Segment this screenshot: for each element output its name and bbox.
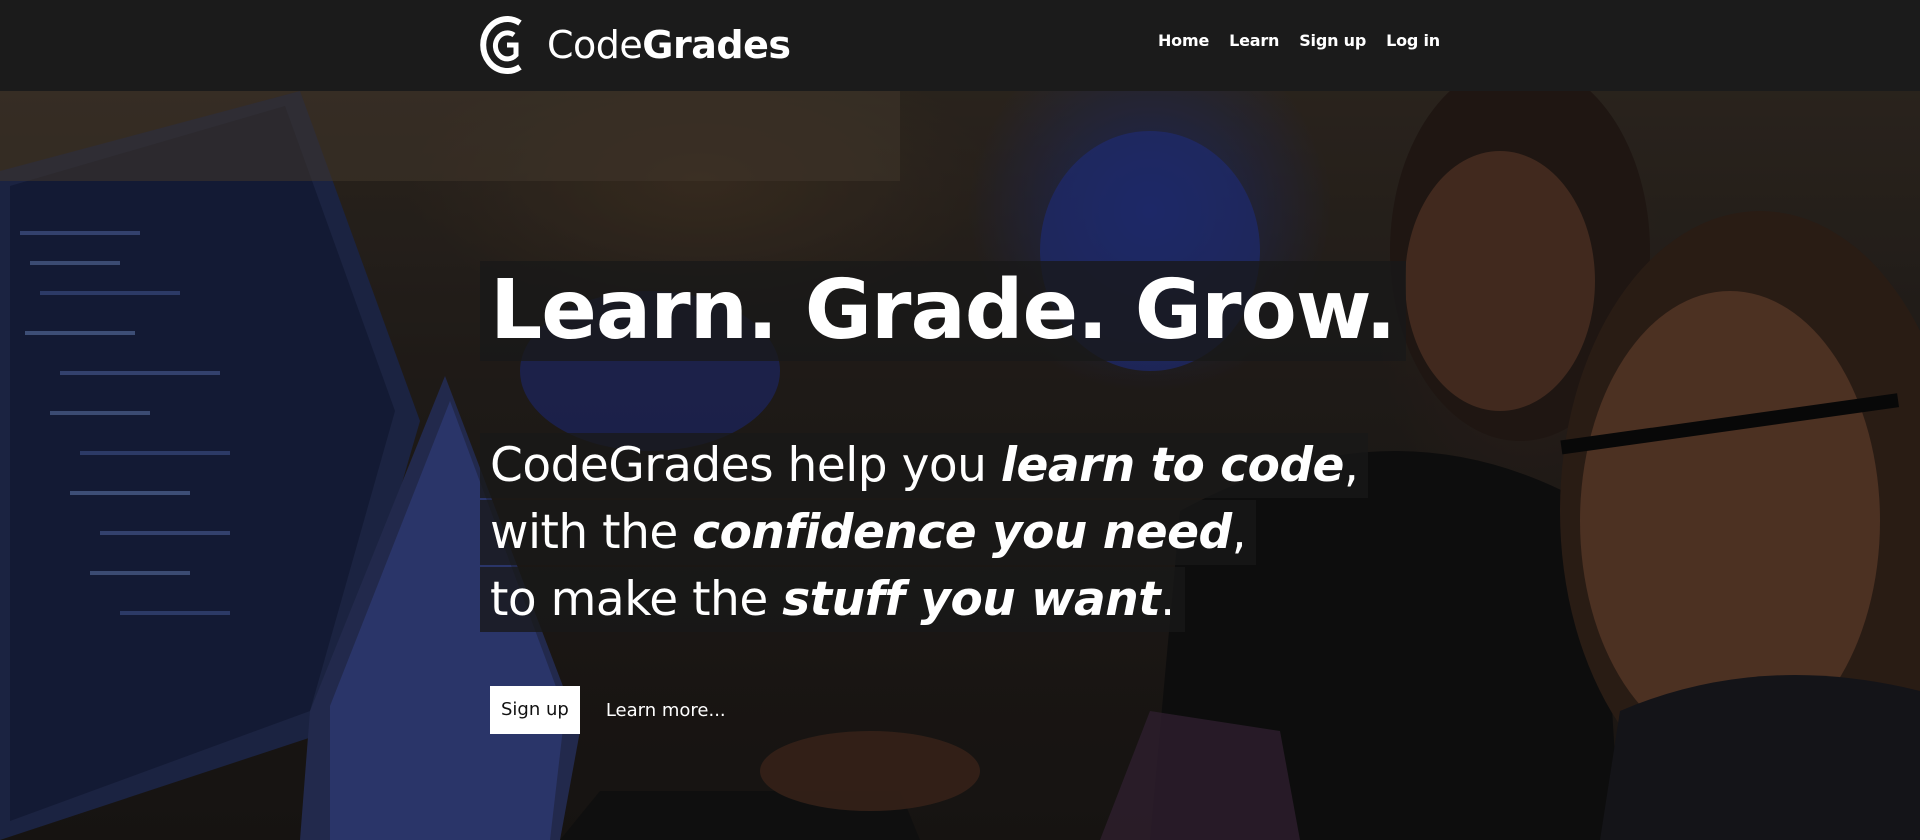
- headline-backdrop: Learn. Grade. Grow.: [480, 261, 1406, 361]
- tagline-line-3: to make the stuff you want.: [480, 567, 1185, 632]
- hero-tagline: CodeGrades help you learn to code, with …: [480, 433, 1440, 634]
- nav-log-in[interactable]: Log in: [1386, 31, 1440, 50]
- brand-logo-link[interactable]: CodeGrades: [480, 15, 791, 75]
- tagline-line-2: with the confidence you need,: [480, 500, 1257, 565]
- hero-section: Learn. Grade. Grow. CodeGrades help you …: [0, 91, 1920, 840]
- hero-cta-group: Sign up Learn more...: [480, 686, 1440, 734]
- main-nav: Home Learn Sign up Log in: [1158, 31, 1440, 50]
- nav-learn[interactable]: Learn: [1229, 31, 1279, 50]
- nav-home[interactable]: Home: [1158, 31, 1209, 50]
- brand-name: CodeGrades: [547, 23, 791, 67]
- sign-up-button[interactable]: Sign up: [490, 686, 580, 734]
- codegrades-logo-icon: [480, 16, 522, 74]
- hero-content: Learn. Grade. Grow. CodeGrades help you …: [480, 261, 1440, 734]
- tagline-line-1: CodeGrades help you learn to code,: [480, 433, 1369, 498]
- navbar: CodeGrades Home Learn Sign up Log in: [0, 0, 1920, 91]
- hero-headline: Learn. Grade. Grow.: [490, 263, 1397, 358]
- learn-more-link[interactable]: Learn more...: [606, 700, 726, 721]
- nav-sign-up[interactable]: Sign up: [1299, 31, 1366, 50]
